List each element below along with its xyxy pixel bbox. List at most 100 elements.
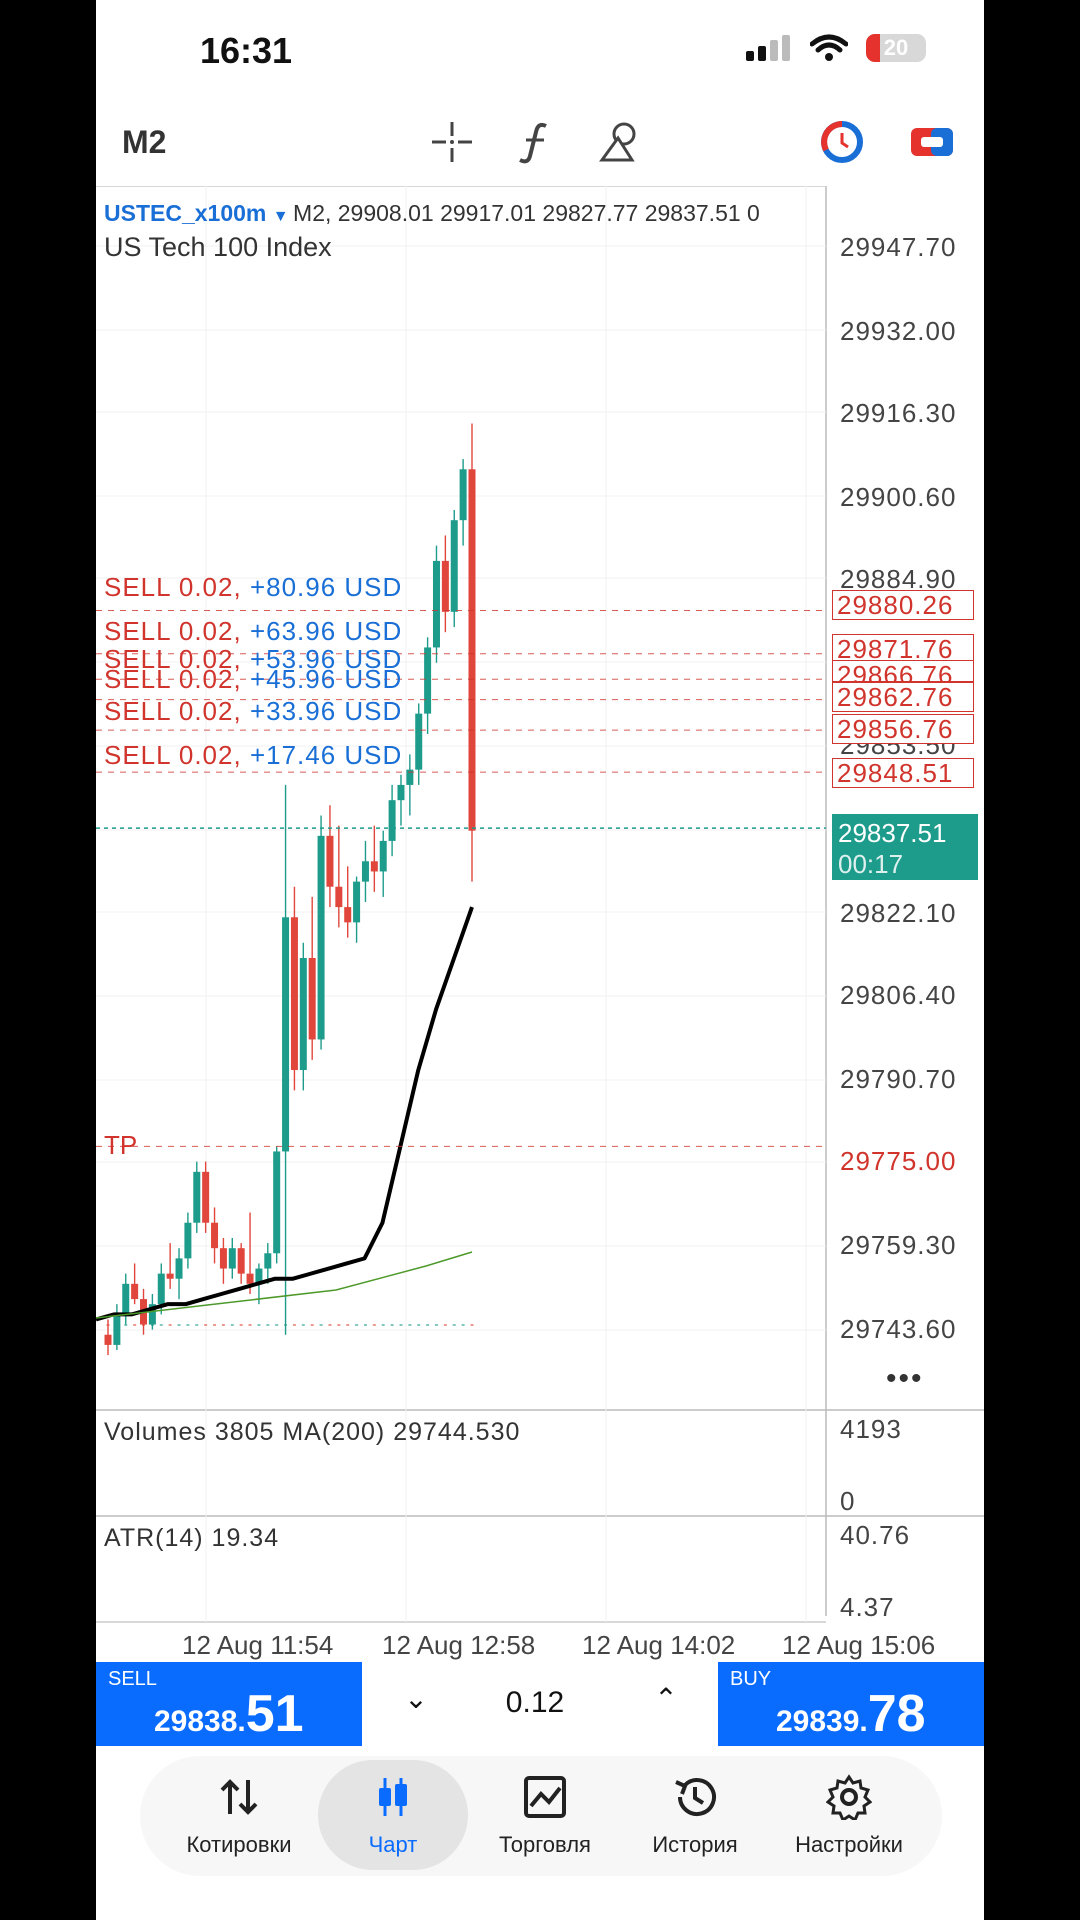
one-click-trading-icon[interactable] <box>818 118 866 166</box>
order-price-box[interactable]: 29862.76 <box>832 682 974 712</box>
sell-label: SELL <box>108 1668 157 1690</box>
order-price-box[interactable]: 29848.51 <box>832 758 974 788</box>
time-label: 12 Aug 11:54 <box>182 1630 334 1660</box>
candle-body <box>468 469 476 831</box>
candle-body <box>424 647 432 714</box>
nav-label: Торговля <box>499 1832 591 1857</box>
order-profit: +63.96 USD <box>249 616 403 646</box>
nav-chart[interactable]: Чарт <box>318 1756 468 1876</box>
nav-label: Котировки <box>186 1832 292 1857</box>
quotes-arrows-icon <box>220 1779 258 1815</box>
candle-body <box>228 1248 236 1269</box>
candle-body <box>317 835 325 1040</box>
atr-label: ATR(14) 19.34 <box>104 1524 280 1552</box>
buy-button[interactable]: BUY 29839.78 <box>718 1662 984 1746</box>
order-price-box[interactable]: 29880.26 <box>832 590 974 620</box>
order-profit: +33.96 USD <box>249 696 403 726</box>
candle-body <box>388 800 396 841</box>
status-time: 16:31 <box>200 30 293 71</box>
current-price: 29837.51 <box>838 818 947 848</box>
candle-body <box>104 1334 112 1345</box>
candle-body <box>246 1273 254 1284</box>
battery-level: 20 <box>883 35 909 60</box>
objects-icon[interactable] <box>596 118 644 166</box>
nav-label: История <box>652 1832 738 1857</box>
indicators-icon[interactable] <box>512 118 560 166</box>
order-side: SELL 0.02, <box>104 664 242 694</box>
price-tick: 29900.60 <box>840 482 957 512</box>
price-tick: 29916.30 <box>840 398 957 428</box>
time-label: 12 Aug 12:58 <box>382 1630 536 1660</box>
sell-price: 29838.51 <box>154 1685 304 1743</box>
price-tick: 29759.30 <box>840 1230 957 1260</box>
price-tick: 29822.10 <box>840 898 957 928</box>
bar-countdown: 00:17 <box>838 849 904 879</box>
nav-history[interactable]: История <box>620 1756 770 1876</box>
candle-body <box>122 1283 130 1315</box>
trade-panel-icon[interactable] <box>908 118 956 166</box>
order-profit: +45.96 USD <box>249 664 403 694</box>
candle-body <box>193 1171 201 1223</box>
take-profit-label[interactable]: TP <box>104 1130 137 1161</box>
sell-button[interactable]: SELL 29838.51 <box>96 1662 362 1746</box>
candle-body <box>219 1248 227 1269</box>
order-price-box[interactable]: 29856.76 <box>832 714 974 744</box>
price-tick: 29806.40 <box>840 980 957 1010</box>
atr-max: 40.76 <box>840 1520 911 1550</box>
chart-symbol-line: USTEC_x100m ▼ M2, 29908.01 29917.01 2982… <box>104 200 760 227</box>
crosshair-icon[interactable] <box>428 118 476 166</box>
candle-body <box>397 784 405 801</box>
candle-body <box>157 1273 165 1305</box>
price-tick: 29947.70 <box>840 232 957 262</box>
candle-body <box>379 840 387 872</box>
order-line-label[interactable]: SELL 0.02, +80.96 USD <box>104 572 402 603</box>
order-side: SELL 0.02, <box>104 572 242 602</box>
candle-body <box>166 1273 174 1279</box>
candle-body <box>308 958 316 1040</box>
candle-body <box>299 958 307 1070</box>
volumes-label: Volumes 3805 MA(200) 29744.530 <box>104 1418 521 1446</box>
candle-body <box>282 917 290 1152</box>
cellular-signal-icon <box>746 35 790 61</box>
battery-icon: 20 <box>866 34 926 62</box>
price-tick: 29790.70 <box>840 1064 957 1094</box>
order-line-label[interactable]: SELL 0.02, +33.96 USD <box>104 696 402 727</box>
more-options-icon[interactable]: ••• <box>886 1362 924 1396</box>
nav-settings[interactable]: Настройки <box>774 1756 924 1876</box>
order-profit: +17.46 USD <box>249 740 403 770</box>
candle-body <box>326 835 334 887</box>
volume-decrease-button[interactable]: ⌄ <box>396 1682 436 1722</box>
candle-body <box>441 560 449 612</box>
symbol-dropdown-icon[interactable]: ▼ <box>273 208 293 225</box>
candle-body <box>459 469 467 521</box>
history-clock-icon <box>675 1778 716 1817</box>
order-line-label[interactable]: SELL 0.02, +17.46 USD <box>104 740 402 771</box>
candle-body <box>273 1151 281 1254</box>
symbol-name[interactable]: USTEC_x100m <box>104 200 266 226</box>
candle-body <box>415 713 423 770</box>
volume-increase-button[interactable]: ⌃ <box>646 1682 686 1722</box>
candles-icon <box>379 1778 407 1816</box>
order-price-box[interactable]: 29866.76 <box>832 660 974 682</box>
wifi-icon <box>810 34 848 61</box>
candle-body <box>290 917 298 1070</box>
candle-body <box>432 560 440 648</box>
order-line-label[interactable]: SELL 0.02, +63.96 USD <box>104 616 402 647</box>
candle-body <box>202 1171 210 1223</box>
nav-trade[interactable]: Торговля <box>470 1756 620 1876</box>
order-line-label[interactable]: SELL 0.02, +45.96 USD <box>104 664 402 695</box>
order-side: SELL 0.02, <box>104 696 242 726</box>
app-screen: 16:31 20 M2 USTEC_x100m ▼ M2, 29908.01 2… <box>96 0 984 1920</box>
timeframe-button[interactable]: M2 <box>122 124 166 161</box>
candle-body <box>237 1248 245 1274</box>
candle-body <box>131 1283 139 1300</box>
volume-value[interactable]: 0.12 <box>480 1686 590 1720</box>
nav-quotes[interactable]: Котировки <box>164 1756 314 1876</box>
candle-body <box>175 1258 183 1279</box>
order-side: SELL 0.02, <box>104 740 242 770</box>
buy-label: BUY <box>730 1668 772 1690</box>
buy-price: 29839.78 <box>776 1685 926 1743</box>
volumes-max: 4193 <box>840 1414 902 1444</box>
candle-body <box>335 886 343 908</box>
candle-body <box>370 861 378 872</box>
